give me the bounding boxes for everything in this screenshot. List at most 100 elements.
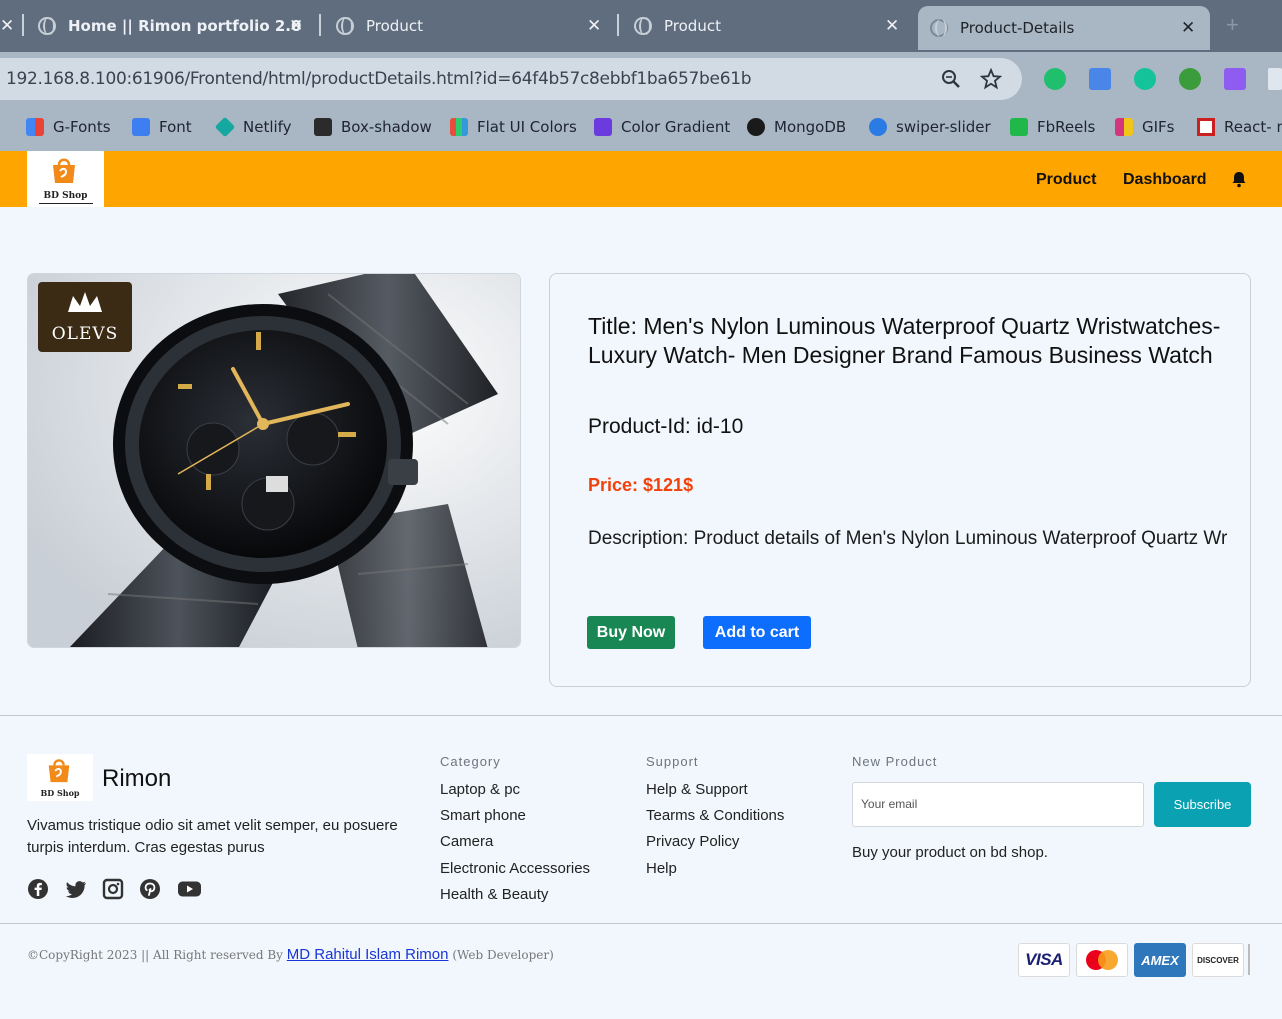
bookmark-gifs[interactable]: GIFs	[1115, 117, 1175, 137]
gfonts-icon	[26, 118, 44, 136]
product-description: Description: Product details of Men's Ny…	[588, 528, 1228, 549]
footer-link-laptop[interactable]: Laptop & pc	[440, 781, 520, 798]
bookmark-label: FbReels	[1037, 118, 1096, 136]
gradient-icon	[594, 118, 612, 136]
tab-separator	[22, 14, 24, 36]
olevs-brand-badge: OLEVS	[51, 324, 119, 344]
newsletter-note: Buy your product on bd shop.	[852, 844, 1048, 861]
bell-icon[interactable]	[1230, 170, 1248, 188]
bookmark-box-shadow[interactable]: Box-shadow	[314, 117, 432, 137]
add-to-cart-button[interactable]: Add to cart	[703, 616, 811, 649]
bookmark-flat-ui-colors[interactable]: Flat UI Colors	[450, 117, 577, 137]
footer-link-camera[interactable]: Camera	[440, 833, 493, 850]
color-grid-icon	[450, 118, 468, 136]
tab-home[interactable]: Home || Rimon portfolio 2.0 ✕	[38, 8, 308, 44]
bookmark-mongodb[interactable]: MongoDB	[747, 117, 846, 137]
bookmark-swiper-slider[interactable]: swiper-slider	[869, 117, 991, 137]
instagram-icon[interactable]	[102, 878, 124, 900]
bookmark-gfonts[interactable]: G-Fonts	[26, 117, 111, 137]
bookmark-label: Flat UI Colors	[477, 118, 577, 136]
footer-link-privacy[interactable]: Privacy Policy	[646, 833, 739, 850]
footer-logo-text: BD Shop	[40, 788, 80, 798]
buy-now-button[interactable]: Buy Now	[587, 616, 675, 649]
tab-close-icon[interactable]: ✕	[1181, 18, 1195, 38]
bookmark-label: G-Fonts	[53, 118, 111, 136]
tab-label: Home || Rimon portfolio 2.0	[68, 17, 302, 35]
product-title: Title: Men's Nylon Luminous Waterproof Q…	[588, 313, 1221, 368]
grammarly-extension-icon[interactable]	[1134, 68, 1156, 90]
bookmark-label: Font	[159, 118, 192, 136]
bookmark-label: Netlify	[243, 118, 292, 136]
youtube-icon[interactable]	[177, 878, 202, 900]
mastercard-circles	[1086, 950, 1118, 970]
product-details-card: Title: Men's Nylon Luminous Waterproof Q…	[549, 273, 1251, 687]
footer-link-health-beauty[interactable]: Health & Beauty	[440, 886, 548, 903]
amex-card-icon: AMEX	[1134, 943, 1186, 977]
footer-link-help[interactable]: Help	[646, 860, 677, 877]
ai-extension-icon[interactable]	[1224, 68, 1246, 90]
card-divider	[1248, 944, 1250, 975]
footer-link-smart-phone[interactable]: Smart phone	[440, 807, 526, 824]
facebook-green-icon	[1010, 118, 1028, 136]
tab-close-icon[interactable]: ✕	[885, 16, 899, 36]
tab-product-details[interactable]: Product-Details ✕	[918, 6, 1210, 50]
nav-product[interactable]: Product	[1036, 171, 1096, 189]
bookmark-react-np[interactable]: React- np	[1197, 117, 1282, 137]
pen-extension-icon[interactable]	[1268, 68, 1282, 90]
footer-logo[interactable]: BD Shop	[27, 754, 93, 801]
site-logo[interactable]: BD Shop	[27, 151, 104, 207]
new-tab-button[interactable]: +	[1226, 12, 1239, 38]
pinterest-icon[interactable]	[139, 878, 161, 900]
tab-label: Product-Details	[960, 19, 1075, 37]
tab-close-icon[interactable]: ✕	[289, 16, 303, 36]
bookmark-netlify[interactable]: Netlify	[214, 116, 292, 138]
nav-dashboard[interactable]: Dashboard	[1123, 171, 1207, 189]
bookmark-star-icon[interactable]	[980, 68, 1002, 90]
globe-icon	[634, 17, 652, 35]
footer-link-electronic-accessories[interactable]: Electronic Accessories	[440, 860, 590, 877]
swiper-icon	[869, 118, 887, 136]
tab-close-icon[interactable]: ✕	[587, 16, 601, 36]
tab-overflow[interactable]: ✕	[0, 8, 20, 44]
copyright: ©CopyRight 2023 || All Right reserved By…	[27, 946, 554, 963]
product-image: OLEVS	[27, 273, 521, 648]
tab-product-1[interactable]: Product ✕	[336, 8, 606, 44]
gifs-icon	[1115, 118, 1133, 136]
tab-product-2[interactable]: Product ✕	[634, 8, 904, 44]
logo-underline	[39, 203, 93, 204]
tab-separator	[617, 14, 619, 36]
footer-link-terms[interactable]: Tearms & Conditions	[646, 807, 784, 824]
logo-text: BD Shop	[43, 191, 88, 201]
shopping-bag-logo-icon	[48, 759, 70, 783]
url-text[interactable]: 192.168.8.100:61906/Frontend/html/produc…	[6, 69, 752, 89]
copyright-text: ©CopyRight 2023 || All Right reserved By	[27, 948, 283, 962]
support-heading: Support	[646, 754, 699, 769]
subscribe-button[interactable]: Subscribe	[1154, 782, 1251, 827]
author-role: (Web Developer)	[452, 948, 554, 962]
globe-extension-icon[interactable]	[1179, 68, 1201, 90]
globe-icon	[930, 19, 948, 37]
cursor-icon	[314, 118, 332, 136]
facebook-icon[interactable]	[27, 878, 49, 900]
bookmark-color-gradient[interactable]: Color Gradient	[594, 117, 730, 137]
footer-link-help-support[interactable]: Help & Support	[646, 781, 748, 798]
product-price: Price: $121$	[588, 475, 694, 495]
bookmark-font[interactable]: Font	[132, 117, 192, 137]
discover-card-icon: DISCOVER	[1192, 943, 1244, 977]
bookmark-label: GIFs	[1142, 118, 1175, 136]
bookmark-fbreels[interactable]: FbReels	[1010, 117, 1095, 137]
bookmark-label: Color Gradient	[621, 118, 731, 136]
bookmark-label: swiper-slider	[896, 118, 991, 136]
author-link[interactable]: MD Rahitul Islam Rimon	[287, 946, 449, 963]
twitter-icon[interactable]	[65, 878, 87, 900]
zoom-icon[interactable]	[940, 68, 962, 90]
translate-extension-icon[interactable]	[1089, 68, 1111, 90]
netlify-icon	[214, 116, 236, 138]
react-np-icon	[1197, 118, 1215, 136]
new-product-heading: New Product	[852, 754, 938, 769]
product-id: Product-Id: id-10	[588, 415, 744, 438]
email-input[interactable]: Your email	[852, 782, 1144, 827]
bookmark-label: Box-shadow	[341, 118, 432, 136]
extension-refresh-icon[interactable]	[1044, 68, 1066, 90]
shopping-bag-logo-icon	[53, 158, 75, 183]
